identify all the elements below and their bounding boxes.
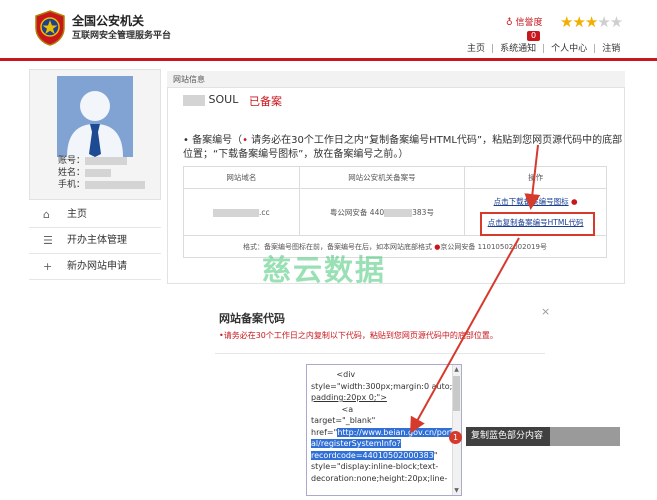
arrow-to-copy-link <box>524 144 541 210</box>
arrow-to-code-url <box>410 237 520 434</box>
annotation-arrows <box>410 144 541 434</box>
